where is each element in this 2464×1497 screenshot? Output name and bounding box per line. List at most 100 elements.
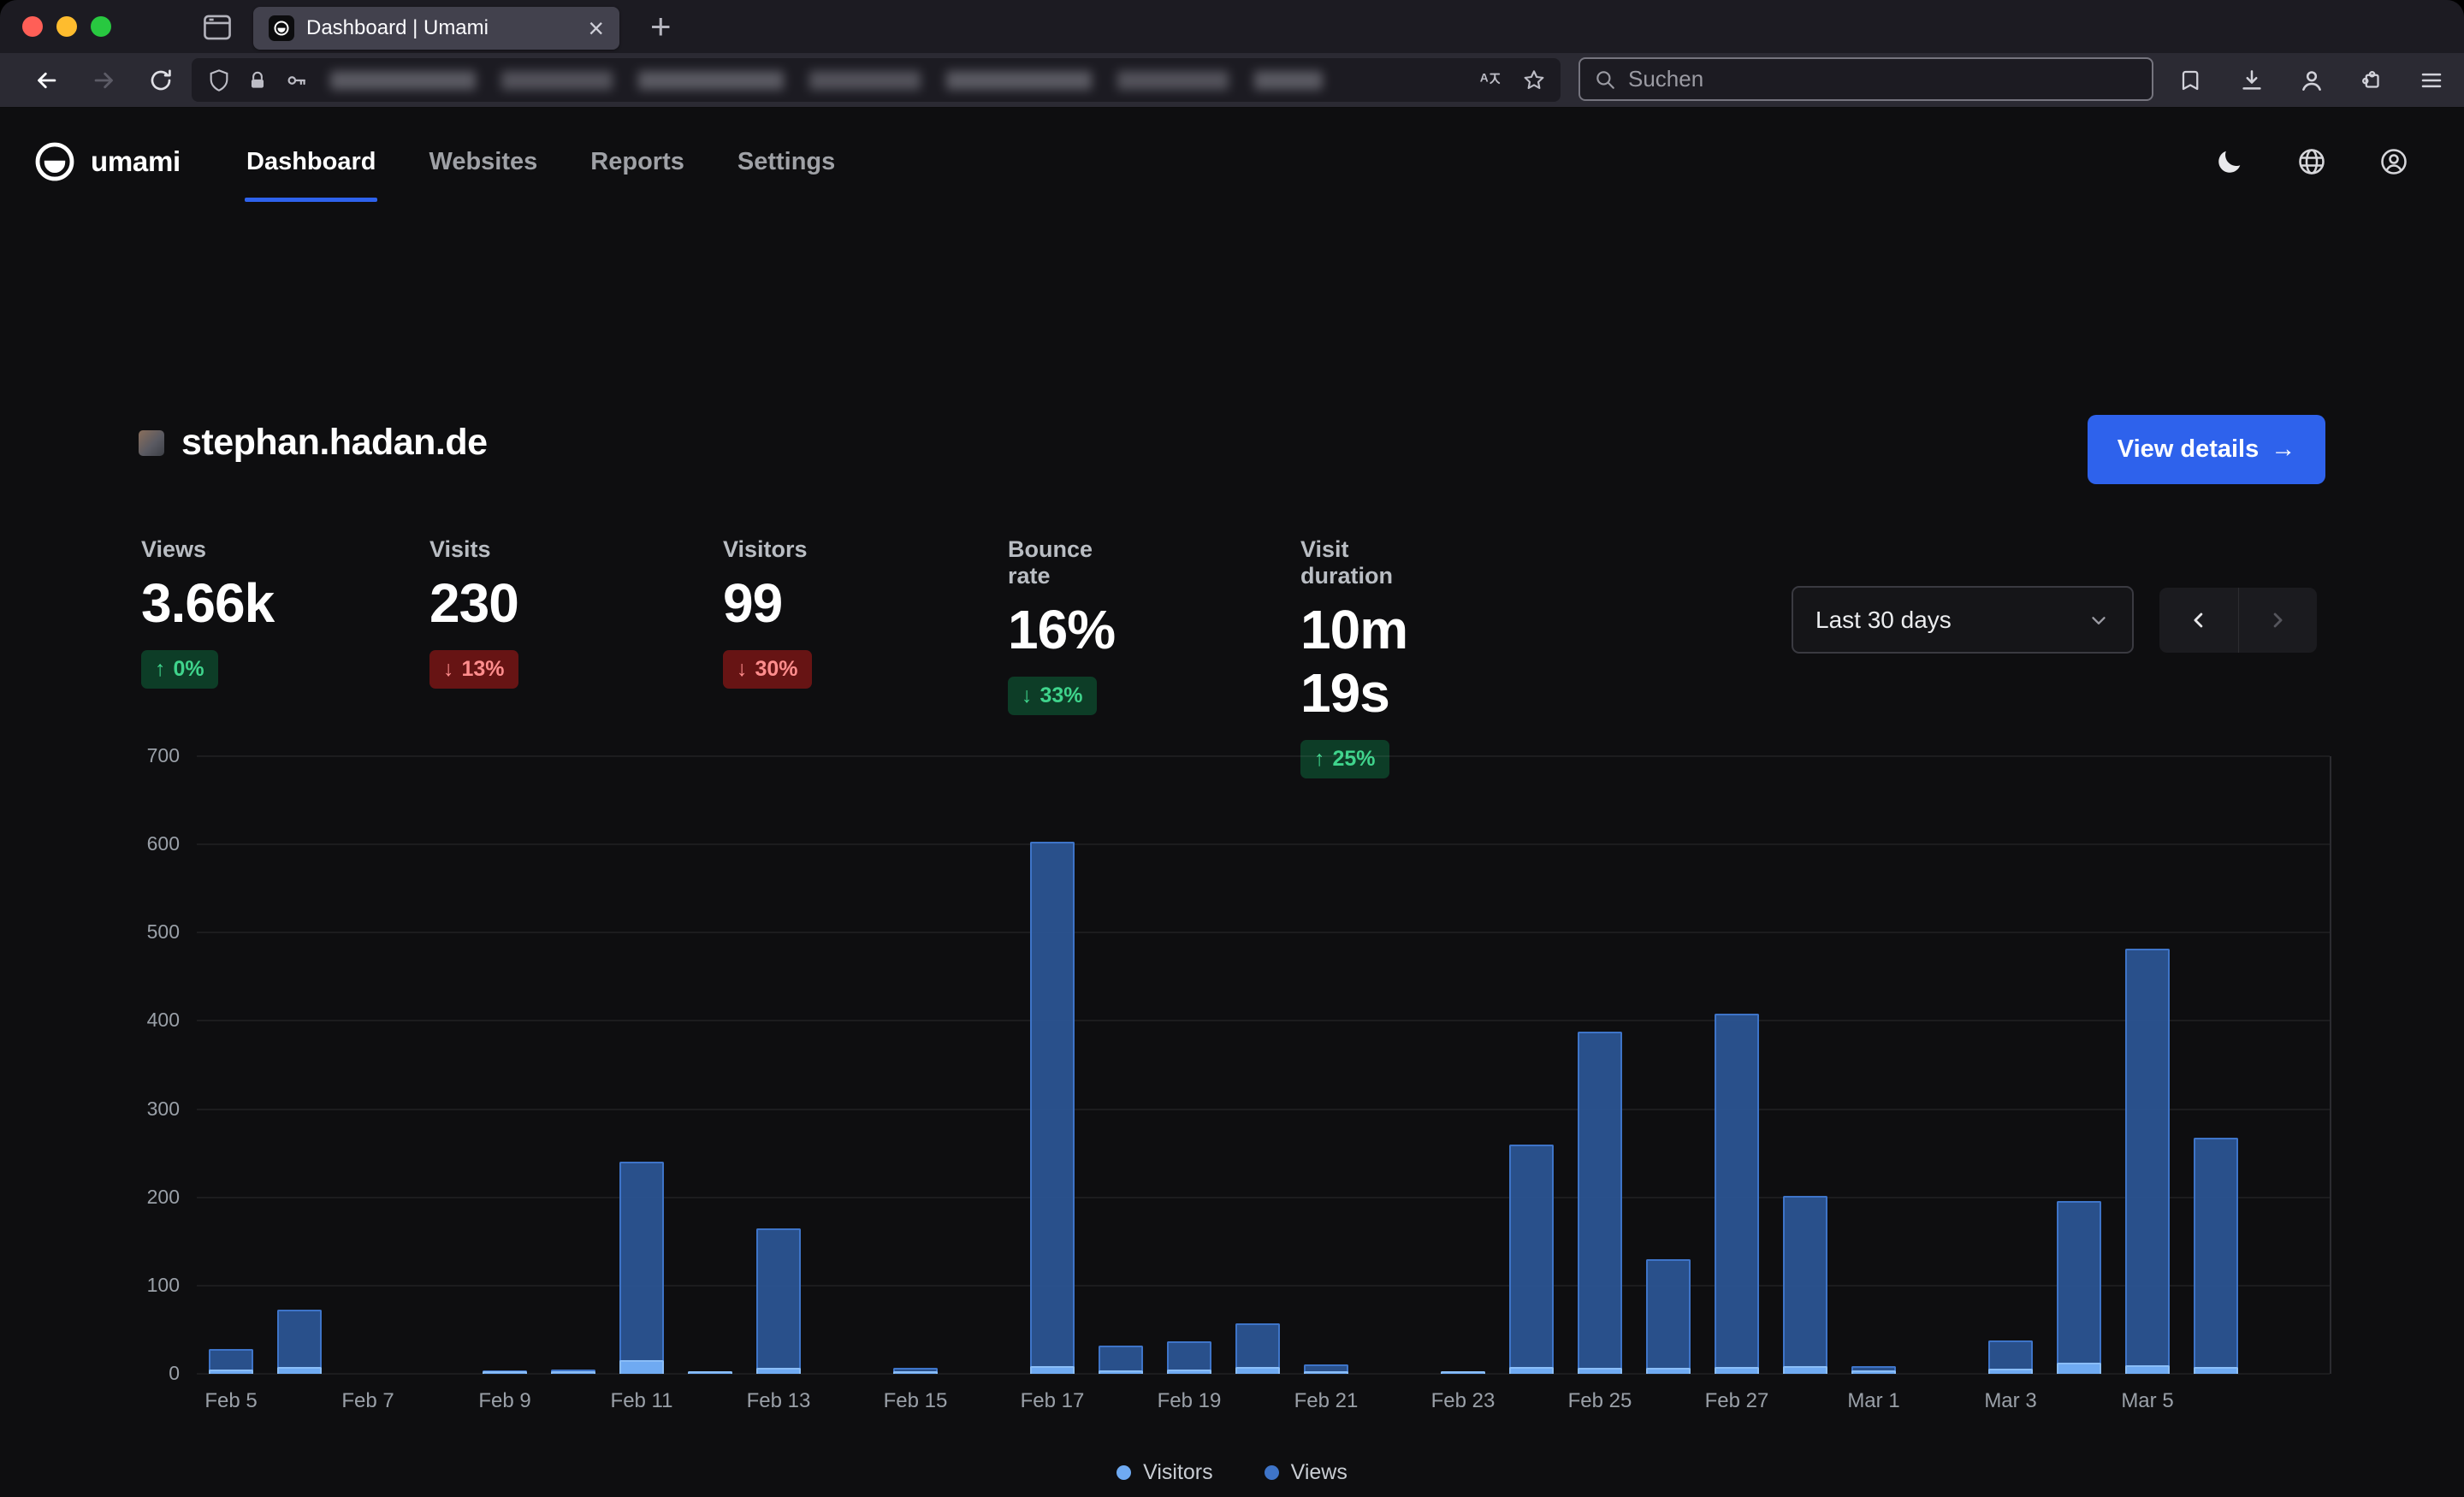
language-globe-icon[interactable] [2293, 143, 2331, 180]
library-icon[interactable] [2175, 63, 2209, 98]
date-range-dropdown[interactable]: Last 30 days [1792, 586, 2134, 654]
legend-item-views[interactable]: Views [1265, 1460, 1348, 1485]
x-axis-tick: Feb 19 [1129, 1389, 1249, 1413]
nav-item-websites[interactable]: Websites [429, 148, 537, 176]
zoom-window-button[interactable] [91, 16, 111, 37]
y-axis-tick: 500 [86, 920, 180, 944]
views-bar-feb-24 [1509, 1145, 1554, 1374]
url-bar[interactable]: A [192, 58, 1561, 102]
site-favicon [139, 430, 164, 456]
prev-period-button[interactable] [2159, 588, 2239, 653]
metric-change-badge: ↓33% [1008, 677, 1097, 715]
nav-item-reports[interactable]: Reports [590, 148, 684, 176]
metric-value: 99 [723, 571, 812, 635]
search-placeholder: Suchen [1628, 66, 1703, 92]
x-axis-tick: Mar 5 [2088, 1389, 2207, 1413]
search-icon [1594, 68, 1616, 91]
date-range-label: Last 30 days [1815, 606, 1952, 634]
close-window-button[interactable] [22, 16, 43, 37]
back-icon[interactable] [29, 63, 63, 98]
tab-overview-icon[interactable] [202, 14, 233, 41]
chart-plot [197, 756, 2331, 1374]
arrow-up-icon: ↑ [155, 657, 166, 682]
visitors-bar-feb-9 [483, 1371, 527, 1374]
umami-favicon-icon [269, 15, 294, 41]
urlbar-blurred-url [330, 71, 1323, 90]
translate-icon[interactable]: A [1477, 68, 1502, 93]
metric-bounce-rate: Bounce rate16%↓33% [1008, 536, 1115, 715]
gridline [197, 1197, 2330, 1198]
traffic-chart: 0100200300400500600700Feb 5Feb 7Feb 9Feb… [0, 756, 2464, 1374]
visitors-bar-feb-15 [893, 1371, 938, 1374]
visitors-bar-mar-4 [2057, 1363, 2101, 1374]
tab-close-icon[interactable]: × [588, 15, 604, 42]
reload-icon[interactable] [144, 63, 178, 98]
views-bar-feb-6 [277, 1310, 322, 1374]
forward-icon[interactable] [87, 63, 121, 98]
metric-change-badge: ↓13% [429, 650, 518, 689]
brand[interactable]: umami [34, 109, 181, 215]
x-axis-tick: Feb 25 [1540, 1389, 1660, 1413]
extensions-icon[interactable] [2354, 63, 2389, 98]
visitors-bar-feb-26 [1646, 1368, 1691, 1374]
shield-icon[interactable] [207, 68, 231, 92]
lock-icon[interactable] [246, 69, 269, 92]
next-period-button[interactable] [2239, 588, 2318, 653]
view-details-button[interactable]: View details → [2088, 415, 2325, 484]
y-axis-tick: 400 [86, 1009, 180, 1032]
chevron-down-icon [2088, 609, 2110, 631]
x-axis-tick: Mar 1 [1814, 1389, 1934, 1413]
nav-item-settings[interactable]: Settings [737, 148, 835, 176]
x-axis-tick: Feb 21 [1266, 1389, 1386, 1413]
browser-tab[interactable]: Dashboard | Umami × [253, 7, 619, 50]
gridline [197, 1109, 2330, 1110]
y-axis-tick: 0 [86, 1362, 180, 1385]
visitors-bar-feb-12 [688, 1371, 732, 1374]
arrow-down-icon: ↓ [1022, 683, 1033, 708]
legend-dot-icon [1265, 1465, 1279, 1480]
legend-item-visitors[interactable]: Visitors [1116, 1460, 1213, 1485]
y-axis-tick: 600 [86, 832, 180, 855]
metric-change-badge: ↓30% [723, 650, 812, 689]
download-icon[interactable] [2235, 63, 2269, 98]
search-bar[interactable]: Suchen [1578, 57, 2153, 101]
metric-label: Visits [429, 536, 518, 563]
key-icon[interactable] [284, 68, 308, 92]
new-tab-button[interactable]: + [650, 9, 672, 44]
metric-views: Views3.66k↑0% [141, 536, 274, 689]
umami-logo-icon [34, 141, 75, 182]
tab-title: Dashboard | Umami [306, 16, 576, 40]
profile-icon[interactable] [2375, 143, 2413, 180]
app-header: umami Dashboard Websites Reports Settings [0, 109, 2464, 215]
gridline [197, 755, 2330, 757]
views-bar-mar-5 [2125, 949, 2170, 1374]
arrow-down-icon: ↓ [737, 657, 748, 682]
visitors-bar-mar-6 [2194, 1367, 2238, 1374]
legend-dot-icon [1116, 1465, 1131, 1480]
visitors-bar-feb-5 [209, 1370, 253, 1374]
account-icon[interactable] [2295, 63, 2329, 98]
visitors-bar-feb-21 [1304, 1371, 1348, 1374]
x-axis-tick: Feb 5 [171, 1389, 291, 1413]
views-bar-feb-28 [1783, 1196, 1827, 1374]
gridline [197, 1285, 2330, 1287]
views-bar-feb-26 [1646, 1259, 1691, 1374]
minimize-window-button[interactable] [56, 16, 77, 37]
svg-text:A: A [1480, 71, 1489, 84]
x-axis-tick: Feb 23 [1403, 1389, 1523, 1413]
metric-label: Bounce rate [1008, 536, 1115, 589]
visitors-bar-feb-19 [1167, 1370, 1211, 1374]
x-axis-tick: Feb 11 [582, 1389, 702, 1413]
metric-change-badge: ↑0% [141, 650, 218, 689]
visitors-bar-feb-20 [1235, 1367, 1280, 1374]
gridline [197, 932, 2330, 933]
views-bar-mar-6 [2194, 1138, 2238, 1374]
nav-item-dashboard[interactable]: Dashboard [246, 148, 376, 176]
site-title: stephan.hadan.de [181, 422, 488, 464]
theme-toggle-moon-icon[interactable] [2211, 143, 2248, 180]
metric-visitors: Visitors99↓30% [723, 536, 812, 689]
bookmark-star-icon[interactable] [1521, 68, 1547, 93]
menu-icon[interactable] [2414, 63, 2449, 98]
visitors-bar-mar-5 [2125, 1365, 2170, 1374]
browser-toolbar: A Suchen [0, 53, 2464, 108]
